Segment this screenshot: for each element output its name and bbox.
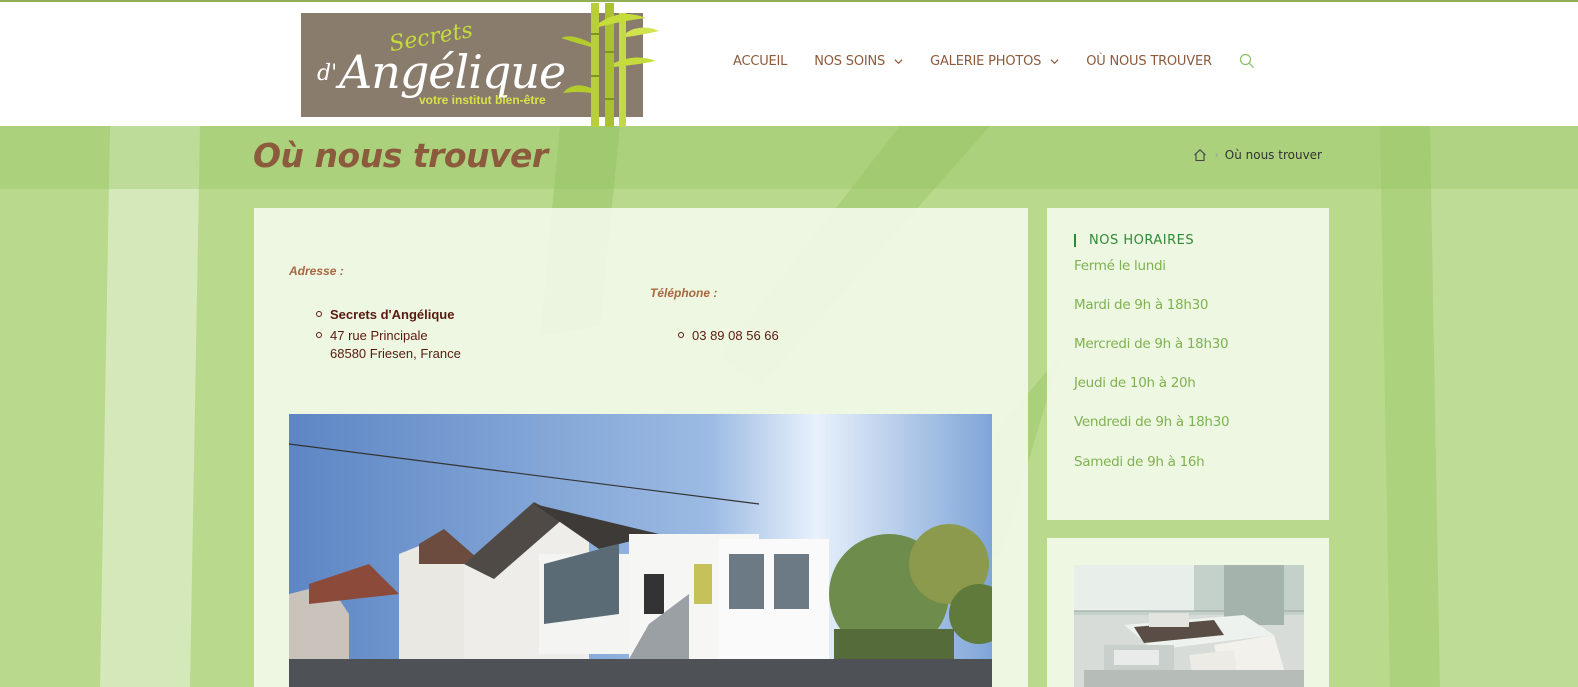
bullet-icon: [678, 332, 684, 338]
address-line: 47 rue Principale: [330, 328, 428, 343]
logo-line2: Angélique: [339, 45, 566, 99]
page-title: Où nous trouver: [253, 136, 548, 175]
bullet-icon: [316, 332, 322, 338]
hours-item: Fermé le lundi: [1074, 258, 1166, 274]
list-item: 03 89 08 56 66: [678, 325, 779, 346]
hours-item: Mardi de 9h à 18h30: [1074, 297, 1209, 313]
nav-item-galerie-photos[interactable]: GALERIE PHOTOS: [930, 54, 1059, 69]
address-list: Secrets d'Angélique 47 rue Principale: [316, 304, 454, 346]
phone-number[interactable]: 03 89 08 56 66: [692, 328, 779, 343]
address-line: 68580 Friesen, France: [330, 346, 461, 361]
list-item: Secrets d'Angélique: [316, 304, 454, 325]
logo-tagline: votre institut bien-être: [419, 93, 546, 107]
page-title-bar: Où nous trouver › Où nous trouver: [0, 126, 1578, 189]
hours-heading: NOS HORAIRES: [1074, 233, 1194, 248]
hours-item: Samedi de 9h à 16h: [1074, 454, 1205, 470]
list-item: 47 rue Principale: [316, 325, 454, 346]
bullet-icon: [316, 311, 322, 317]
main-nav: ACCUEIL NOS SOINS GALERIE PHOTOS OÙ NOUS…: [733, 53, 1255, 69]
bamboo-icon: [561, 3, 659, 127]
search-icon[interactable]: [1239, 53, 1255, 69]
address-label: Adresse :: [289, 264, 344, 278]
nav-item-ou-nous-trouver[interactable]: OÙ NOUS TROUVER: [1086, 54, 1212, 69]
phone-list: 03 89 08 56 66: [678, 325, 779, 346]
nav-item-accueil[interactable]: ACCUEIL: [733, 54, 787, 69]
chevron-down-icon: [1050, 59, 1059, 65]
logo-line2-prefix: d': [317, 61, 338, 86]
salon-interior-photo: [1074, 565, 1304, 687]
storefront-photo: [289, 414, 992, 687]
heading-accent-bar: [1074, 234, 1076, 247]
address-line: Secrets d'Angélique: [330, 307, 455, 322]
chevron-down-icon: [894, 59, 903, 65]
breadcrumb-separator: ›: [1214, 149, 1219, 161]
breadcrumb: › Où nous trouver: [1193, 148, 1322, 162]
nav-item-nos-soins[interactable]: NOS SOINS: [814, 54, 903, 69]
phone-label: Téléphone :: [650, 286, 718, 300]
nav-label: ACCUEIL: [733, 54, 788, 69]
hours-item: Vendredi de 9h à 18h30: [1074, 414, 1230, 430]
sidebar-photo-widget: [1047, 538, 1329, 687]
breadcrumb-current: Où nous trouver: [1224, 148, 1322, 162]
hours-widget: NOS HORAIRES Fermé le lundi Mardi de 9h …: [1047, 208, 1329, 520]
hours-title: NOS HORAIRES: [1089, 233, 1195, 248]
hours-item: Jeudi de 10h à 20h: [1074, 375, 1196, 391]
hours-item: Mercredi de 9h à 18h30: [1074, 336, 1229, 352]
nav-label: GALERIE PHOTOS: [930, 54, 1042, 69]
main-content: Adresse : Secrets d'Angélique 47 rue Pri…: [254, 208, 1028, 687]
home-icon[interactable]: [1193, 148, 1207, 162]
nav-label: NOS SOINS: [814, 54, 886, 69]
site-header: Secrets d' Angélique votre institut bien…: [0, 0, 1578, 127]
site-logo[interactable]: Secrets d' Angélique votre institut bien…: [301, 3, 661, 127]
nav-label: OÙ NOUS TROUVER: [1086, 54, 1212, 69]
